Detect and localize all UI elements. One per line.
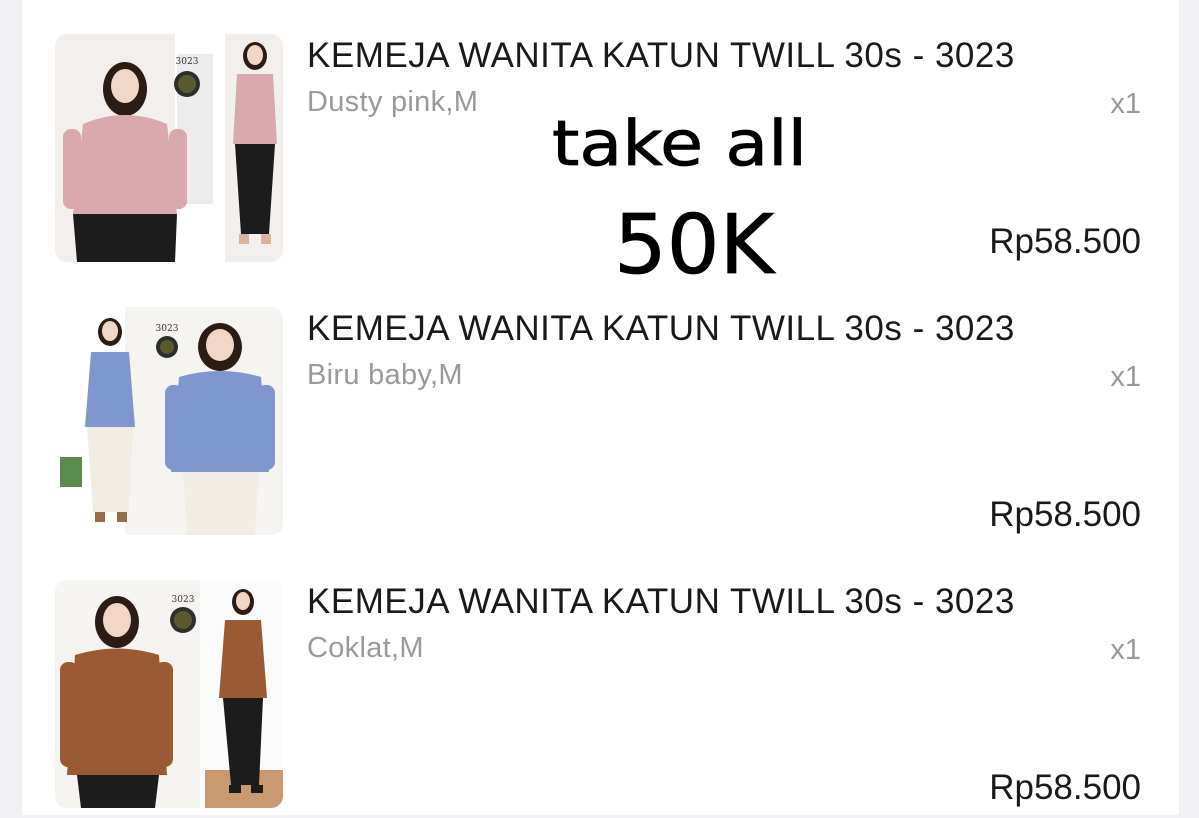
product-price: Rp58.500: [989, 222, 1141, 261]
product-price: Rp58.500: [989, 495, 1141, 534]
order-items-panel: 3023 KEMEJA WANITA KATUN TWILL 30s - 302…: [22, 0, 1179, 815]
product-variant: Biru baby,M: [307, 359, 463, 391]
product-quantity: x1: [1110, 361, 1141, 393]
product-thumbnail[interactable]: 3023: [55, 580, 283, 808]
product-name: KEMEJA WANITA KATUN TWILL 30s - 3023: [307, 36, 1015, 75]
product-quantity: x1: [1110, 88, 1141, 120]
order-item[interactable]: 3023 KEMEJA WANITA KATUN TWILL 30s - 302…: [22, 546, 1179, 818]
svg-text:3023: 3023: [156, 324, 179, 334]
product-name: KEMEJA WANITA KATUN TWILL 30s - 3023: [307, 582, 1015, 621]
product-variant: Dusty pink,M: [307, 86, 479, 118]
product-thumbnail[interactable]: 3023: [55, 34, 283, 262]
product-variant: Coklat,M: [307, 632, 424, 664]
order-item[interactable]: 3023 KEMEJA WANITA KATUN TWILL 30s - 302…: [22, 273, 1179, 545]
handwritten-note: take all 50K: [552, 95, 832, 295]
svg-text:3023: 3023: [176, 57, 199, 67]
svg-text:3023: 3023: [172, 595, 195, 605]
note-line-price: 50K: [614, 198, 776, 293]
product-quantity: x1: [1110, 634, 1141, 666]
product-name: KEMEJA WANITA KATUN TWILL 30s - 3023: [307, 309, 1015, 348]
product-price: Rp58.500: [989, 768, 1141, 807]
note-line-take-all: take all: [552, 107, 807, 180]
product-thumbnail[interactable]: 3023: [55, 307, 283, 535]
